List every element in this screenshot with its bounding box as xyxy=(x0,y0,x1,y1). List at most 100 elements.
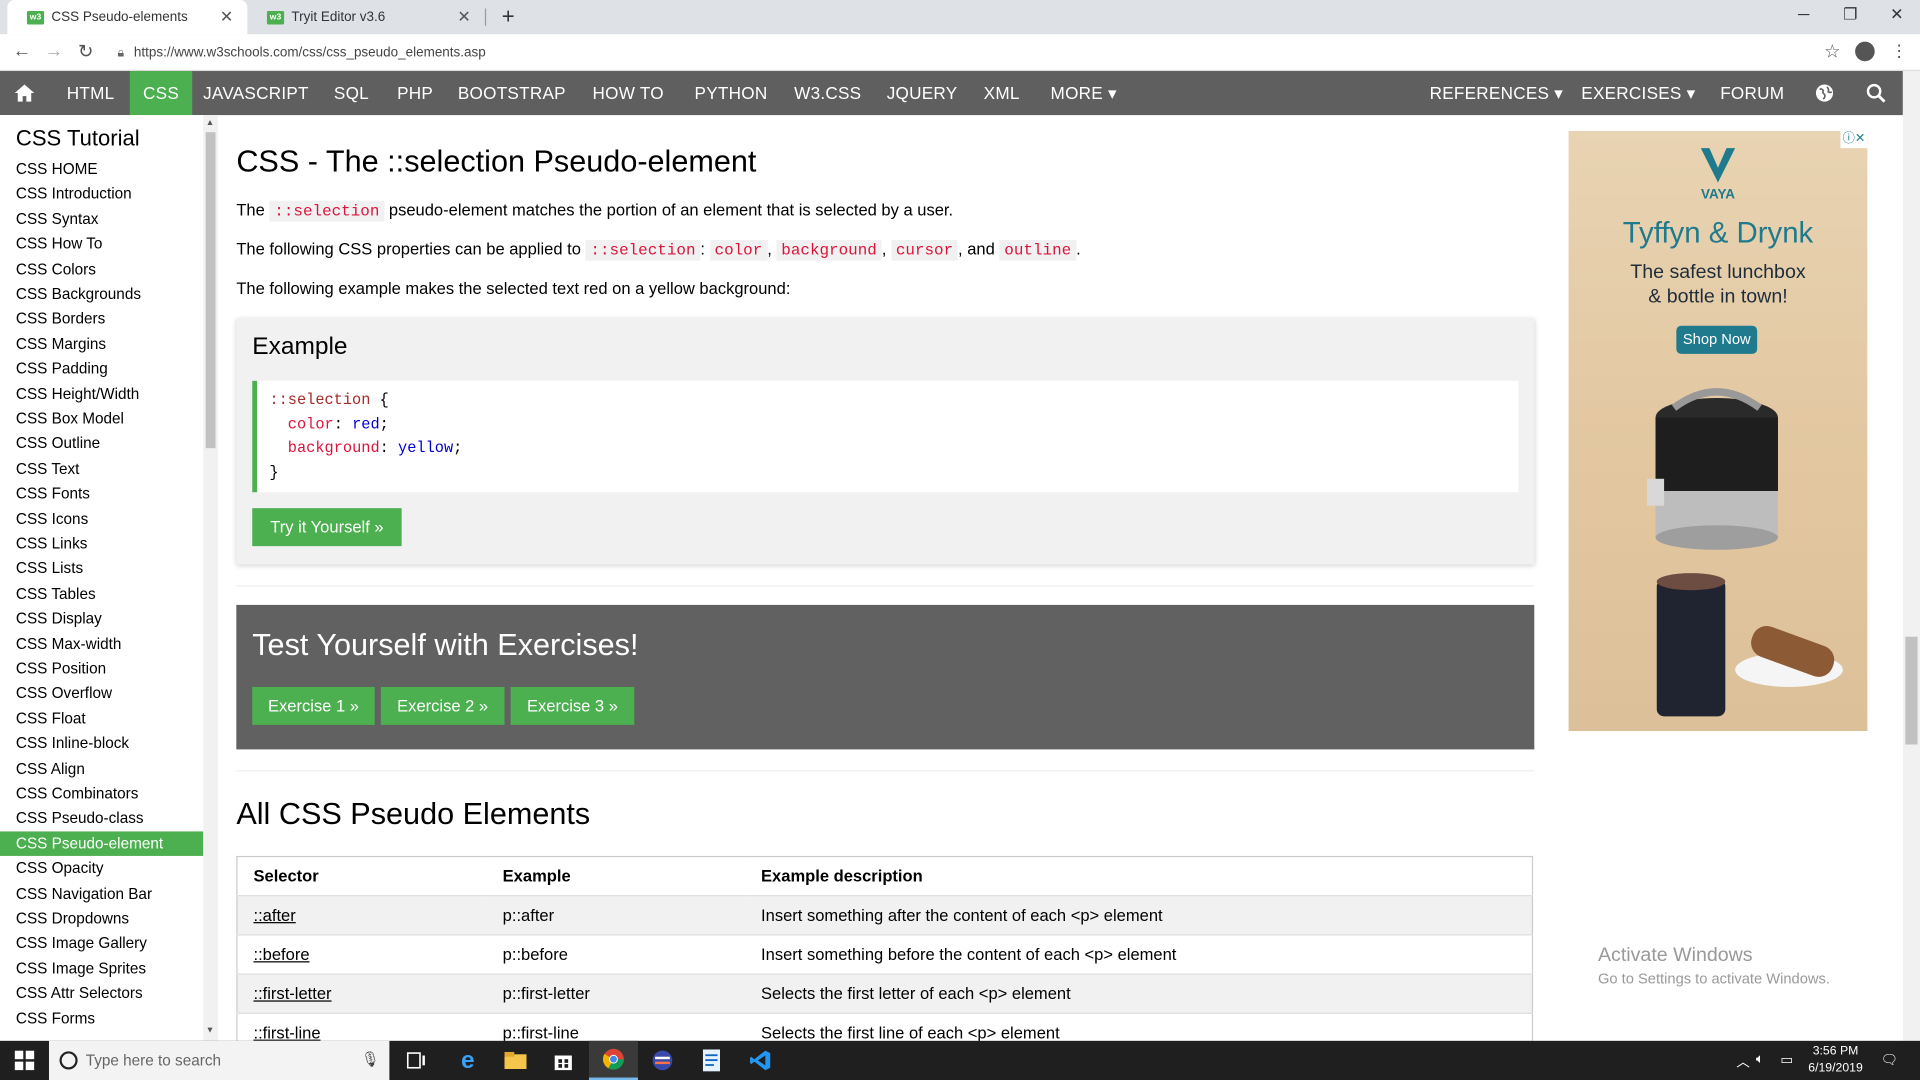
selector-link[interactable]: ::first-line xyxy=(253,1024,320,1041)
document-icon[interactable] xyxy=(687,1041,736,1080)
sidebar-item[interactable]: CSS Syntax xyxy=(0,207,203,231)
sidebar-item[interactable]: CSS Links xyxy=(0,531,203,555)
selector-link[interactable]: ::before xyxy=(253,945,309,963)
selector-link[interactable]: ::first-letter xyxy=(253,984,331,1002)
sidebar-item[interactable]: CSS Position xyxy=(0,656,203,680)
back-icon[interactable]: ← xyxy=(10,40,34,61)
home-icon[interactable] xyxy=(0,71,49,115)
sidebar-item[interactable]: CSS HOME xyxy=(0,157,203,181)
sidebar-item[interactable]: CSS Display xyxy=(0,606,203,630)
window-close-icon[interactable]: ✕ xyxy=(1878,5,1915,25)
tab-css-pseudo-elements[interactable]: w3 CSS Pseudo-elements ✕ xyxy=(7,0,248,35)
exercise-2-button[interactable]: Exercise 2 » xyxy=(380,686,505,725)
scroll-up-arrow-icon[interactable]: ▲ xyxy=(206,119,214,128)
sidebar-item[interactable]: CSS Forms xyxy=(0,1006,203,1030)
account-icon[interactable] xyxy=(1855,41,1875,62)
sidebar-item[interactable]: CSS Introduction xyxy=(0,182,203,206)
exercise-1-button[interactable]: Exercise 1 » xyxy=(252,686,375,725)
vscode-icon[interactable] xyxy=(736,1041,785,1080)
nav-references[interactable]: REFERENCES ▾ xyxy=(1425,71,1567,115)
sidebar-item[interactable]: CSS Float xyxy=(0,706,203,730)
sidebar-item[interactable]: CSS Box Model xyxy=(0,407,203,431)
globe-icon[interactable] xyxy=(1805,71,1844,115)
nav-sql[interactable]: SQL xyxy=(323,71,379,115)
file-explorer-icon[interactable] xyxy=(491,1041,540,1080)
forward-icon[interactable]: → xyxy=(42,40,66,61)
nav-python[interactable]: PYTHON xyxy=(683,71,779,115)
menu-kebab-icon[interactable]: ⋮ xyxy=(1891,40,1908,61)
sidebar-scrollbar-thumb[interactable] xyxy=(205,132,216,449)
exercise-3-button[interactable]: Exercise 3 » xyxy=(510,686,635,725)
sidebar-item[interactable]: CSS Overflow xyxy=(0,681,203,705)
advertisement[interactable]: ⓘ✕ VAYA Tyffyn & Drynk The safest lunchb… xyxy=(1568,131,1868,732)
task-view-icon[interactable] xyxy=(392,1041,441,1080)
address-bar[interactable]: 🔒︎ https://www.w3schools.com/css/css_pse… xyxy=(110,39,1843,66)
sidebar-item[interactable]: CSS Margins xyxy=(0,332,203,356)
sidebar-item[interactable]: CSS Image Sprites xyxy=(0,956,203,980)
windows-start-icon[interactable] xyxy=(0,1041,49,1080)
sidebar-item[interactable]: CSS Image Gallery xyxy=(0,931,203,955)
close-tab-icon[interactable]: ✕ xyxy=(456,7,473,27)
nav-howto[interactable]: HOW TO xyxy=(580,71,676,115)
microphone-icon[interactable]: 🎙︎ xyxy=(361,1051,380,1068)
sidebar-item[interactable]: CSS Navigation Bar xyxy=(0,881,203,905)
restore-icon[interactable]: ❐ xyxy=(1832,5,1869,25)
selector-link[interactable]: ::after xyxy=(253,906,295,924)
network-icon[interactable]: ▭ xyxy=(1780,1052,1793,1068)
volume-icon[interactable]: 🔈︎ xyxy=(1756,1052,1764,1068)
minimize-icon[interactable]: ─ xyxy=(1785,5,1822,23)
sidebar-item[interactable]: CSS Pseudo-class xyxy=(0,806,203,830)
sidebar-item[interactable]: CSS Tables xyxy=(0,581,203,605)
nav-forum[interactable]: FORUM xyxy=(1712,71,1793,115)
search-icon[interactable] xyxy=(1854,71,1898,115)
tray-chevron-icon[interactable]: ︿ xyxy=(1736,1052,1749,1072)
nav-jquery[interactable]: JQUERY xyxy=(877,71,968,115)
sidebar-item[interactable]: CSS Opacity xyxy=(0,856,203,880)
sidebar-item[interactable]: CSS Combinators xyxy=(0,781,203,805)
nav-xml[interactable]: XML xyxy=(975,71,1029,115)
sidebar-item[interactable]: CSS Outline xyxy=(0,432,203,456)
sidebar-item[interactable]: CSS Dropdowns xyxy=(0,906,203,930)
page-scrollbar-thumb[interactable] xyxy=(1905,636,1918,745)
sidebar-item[interactable]: CSS Padding xyxy=(0,357,203,381)
store-icon[interactable] xyxy=(539,1041,588,1080)
close-tab-icon[interactable]: ✕ xyxy=(218,7,235,27)
new-tab-icon[interactable]: + xyxy=(495,4,522,30)
sidebar-item[interactable]: CSS Borders xyxy=(0,307,203,331)
nav-more[interactable]: MORE ▾ xyxy=(1036,71,1132,115)
nav-w3css[interactable]: W3.CSS xyxy=(786,71,869,115)
sidebar-item[interactable]: CSS Fonts xyxy=(0,481,203,505)
reload-icon[interactable]: ↻ xyxy=(73,40,97,63)
nav-html[interactable]: HTML xyxy=(51,71,129,115)
edge-icon[interactable]: e xyxy=(443,1041,492,1080)
nav-bootstrap[interactable]: BOOTSTRAP xyxy=(451,71,573,115)
sidebar-item[interactable]: CSS Backgrounds xyxy=(0,282,203,306)
notifications-icon[interactable]: 🗨︎ xyxy=(1881,1052,1898,1068)
shop-now-button[interactable]: Shop Now xyxy=(1676,325,1758,354)
sidebar-item[interactable]: CSS Inline-block xyxy=(0,731,203,755)
nav-exercises[interactable]: EXERCISES ▾ xyxy=(1577,71,1699,115)
tab-tryit-editor[interactable]: w3 Tryit Editor v3.6 ✕ xyxy=(247,0,485,34)
sidebar-item[interactable]: CSS Text xyxy=(0,456,203,480)
nav-javascript[interactable]: JAVASCRIPT xyxy=(196,71,316,115)
sidebar-item[interactable]: CSS Max-width xyxy=(0,631,203,655)
nav-css[interactable]: CSS xyxy=(129,71,193,116)
scroll-down-arrow-icon[interactable]: ▼ xyxy=(206,1026,214,1035)
sidebar-item[interactable]: CSS Height/Width xyxy=(0,382,203,406)
app-icon[interactable] xyxy=(638,1041,687,1080)
sidebar-item[interactable]: CSS Lists xyxy=(0,556,203,580)
sidebar-item[interactable]: CSS Colors xyxy=(0,257,203,281)
nav-php[interactable]: PHP xyxy=(387,71,443,115)
chrome-icon[interactable] xyxy=(588,1040,638,1080)
sidebar-item[interactable]: CSS How To xyxy=(0,232,203,256)
taskbar-clock[interactable]: 3:56 PM 6/19/2019 xyxy=(1800,1043,1871,1077)
page-scrollbar[interactable] xyxy=(1902,71,1920,1041)
sidebar-item[interactable]: CSS Align xyxy=(0,756,203,780)
sidebar-item[interactable]: CSS Icons xyxy=(0,506,203,530)
try-it-yourself-button[interactable]: Try it Yourself » xyxy=(252,508,402,547)
bookmark-star-icon[interactable]: ☆ xyxy=(1824,40,1840,63)
sidebar-item[interactable]: CSS Pseudo-element xyxy=(0,831,204,856)
divider xyxy=(236,770,1535,772)
taskbar-search-box[interactable]: Type here to search 🎙︎ xyxy=(48,1040,390,1080)
sidebar-item[interactable]: CSS Attr Selectors xyxy=(0,981,203,1005)
